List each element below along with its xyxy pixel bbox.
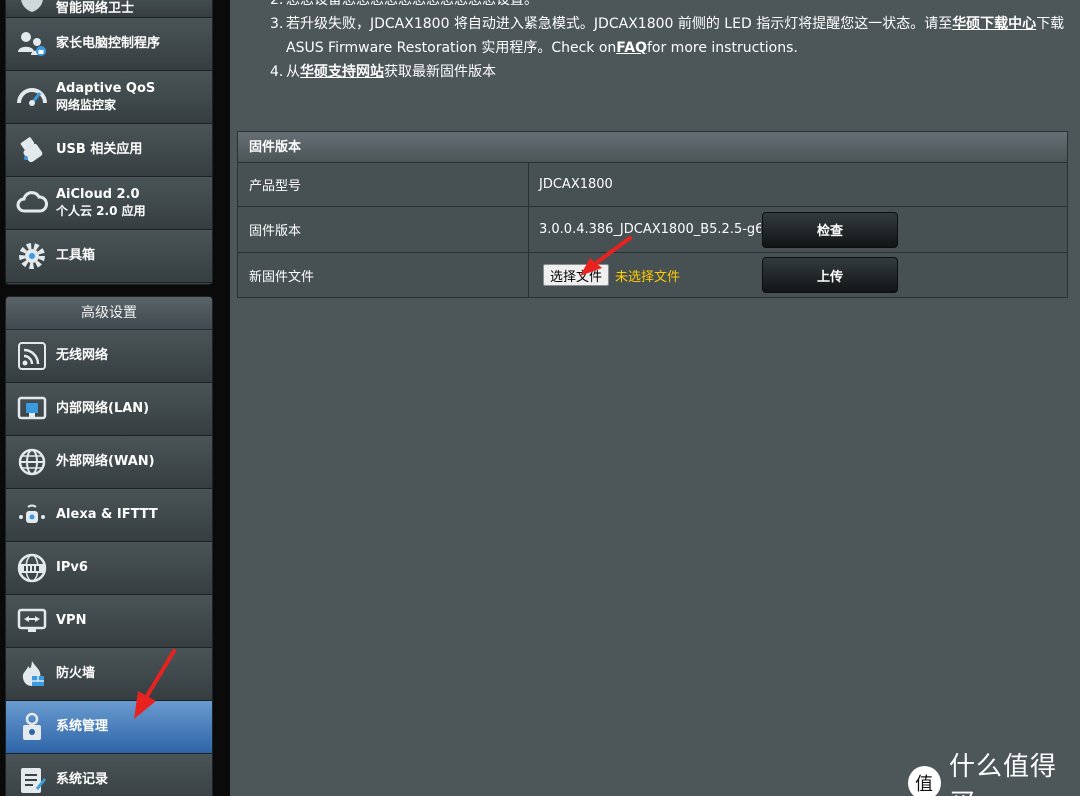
sidebar-item-alexa[interactable]: Alexa & IFTTT [6, 489, 212, 542]
log-icon [14, 762, 50, 796]
sidebar-item-network-guard[interactable]: 智能网络卫士 [6, 0, 212, 18]
check-button[interactable]: 检查 [762, 211, 898, 248]
sidebar-item-label: IPv6 [56, 560, 88, 575]
watermark-logo-text: 值 [915, 774, 933, 795]
sidebar-item-system-log[interactable]: 系统记录 [6, 754, 212, 796]
shield-icon [14, 0, 50, 17]
instruction-step-2: 2. 您您设备您您您您您您您您您您您设置。 [270, 0, 538, 8]
sidebar-item-label: 系统管理 [56, 719, 109, 734]
sidebar-item-label: 工具箱 [56, 248, 96, 263]
sidebar-item-label: AiCloud 2.0 [56, 187, 140, 202]
sidebar-item-label: Alexa & IFTTT [56, 507, 158, 522]
cloud-icon [14, 185, 50, 221]
instruction-step-4: 4. 从华硕支持网站获取最新固件版本 [270, 64, 496, 80]
sidebar-item-aicloud[interactable]: AiCloud 2.0 个人云 2.0 应用 [6, 177, 212, 230]
sidebar-item-sublabel: 个人云 2.0 应用 [56, 204, 146, 218]
admin-icon [14, 709, 50, 745]
sidebar-item-label: 智能网络卫士 [56, 1, 135, 16]
sidebar-item-label: VPN [56, 613, 87, 628]
sidebar-item-firewall[interactable]: 防火墙 [6, 648, 212, 701]
lan-icon [14, 391, 50, 427]
firmware-version-table: 固件版本 产品型号 JDCAX1800 固件版本 3.0.0.4.386_JDC… [237, 131, 1068, 298]
sidebar-item-label: 防火墙 [56, 666, 96, 681]
sidebar-item-toolbox[interactable]: 工具箱 [6, 230, 212, 283]
wireless-icon [14, 338, 50, 374]
watermark: 值 什么值得买 [908, 746, 1080, 796]
firewall-icon [14, 656, 50, 692]
download-center-link[interactable]: 华硕下载中心 [952, 16, 1036, 32]
main-content: 2. 您您设备您您您您您您您您您您您设置。 3. 若升级失败，JDCAX1800… [230, 0, 1080, 796]
sidebar-item-parental-control[interactable]: 家长电脑控制程序 [6, 18, 212, 71]
sidebar-item-adaptive-qos[interactable]: Adaptive QoS 网络监控家 [6, 71, 212, 124]
watermark-text: 什么值得买 [948, 752, 1057, 796]
general-menu: 智能网络卫士 家长电脑控制程序 Adaptive QoS 网络监控家 USB 相… [5, 0, 213, 285]
sidebar-item-administration[interactable]: 系统管理 [6, 701, 212, 754]
model-label: 产品型号 [238, 163, 529, 206]
advanced-settings-header: 高级设置 [6, 297, 212, 330]
sidebar-item-label: 无线网络 [56, 348, 109, 363]
faq-link[interactable]: FAQ [616, 36, 647, 60]
vpn-icon [14, 603, 50, 639]
sidebar-item-usb[interactable]: USB 相关应用 [6, 124, 212, 177]
version-label: 固件版本 [238, 207, 529, 252]
new-firmware-label: 新固件文件 [238, 253, 529, 297]
parental-control-icon [14, 26, 50, 62]
instruction-step-3: 3. 若升级失败，JDCAX1800 将自动进入紧急模式。JDCAX1800 前… [270, 16, 1065, 32]
model-value: JDCAX1800 [539, 177, 613, 192]
sidebar-item-lan[interactable]: 内部网络(LAN) [6, 383, 212, 436]
watermark-logo-icon: 值 [908, 766, 941, 796]
sidebar-item-wireless[interactable]: 无线网络 [6, 330, 212, 383]
upload-button[interactable]: 上传 [762, 257, 898, 293]
table-row: 产品型号 JDCAX1800 [238, 163, 1067, 207]
ipv6-icon [14, 550, 50, 586]
sidebar-item-label: USB 相关应用 [56, 142, 143, 157]
advanced-settings-menu: 高级设置 无线网络 内部网络(LAN) 外部网络(WAN) Alexa & IF… [5, 296, 213, 796]
sidebar-item-label: 内部网络(LAN) [56, 401, 150, 416]
globe-icon [14, 444, 50, 480]
sidebar-item-label: 外部网络(WAN) [56, 454, 155, 469]
sidebar-item-sublabel: 网络监控家 [56, 98, 117, 112]
instruction-step-3-cont: ASUS Firmware Restoration 实用程序。Check on … [270, 36, 1070, 60]
sidebar-item-wan[interactable]: 外部网络(WAN) [6, 436, 212, 489]
sidebar-item-ipv6[interactable]: IPv6 [6, 542, 212, 595]
table-row: 固件版本 3.0.0.4.386_JDCAX1800_B5.2.5-g6c5 检… [238, 207, 1067, 253]
gear-icon [14, 238, 50, 274]
sidebar: 智能网络卫士 家长电脑控制程序 Adaptive QoS 网络监控家 USB 相… [0, 0, 220, 796]
usb-icon [14, 132, 50, 168]
support-site-link[interactable]: 华硕支持网站 [300, 64, 384, 80]
sidebar-item-label: 家长电脑控制程序 [56, 36, 161, 51]
alexa-icon [14, 497, 50, 533]
sidebar-item-label: Adaptive QoS [56, 81, 156, 96]
choose-file-button[interactable]: 选择文件 [543, 264, 610, 286]
firmware-table-title: 固件版本 [238, 132, 1067, 163]
table-row: 新固件文件 选择文件 未选择文件 上传 [238, 253, 1067, 297]
sidebar-item-label: 系统记录 [56, 772, 109, 787]
speedometer-icon [14, 79, 50, 115]
sidebar-item-vpn[interactable]: VPN [6, 595, 212, 648]
version-value: 3.0.0.4.386_JDCAX1800_B5.2.5-g6c5 [539, 222, 761, 237]
no-file-selected-text: 未选择文件 [615, 269, 681, 285]
upgrade-instructions: 2. 您您设备您您您您您您您您您您您设置。 3. 若升级失败，JDCAX1800… [270, 0, 1070, 84]
